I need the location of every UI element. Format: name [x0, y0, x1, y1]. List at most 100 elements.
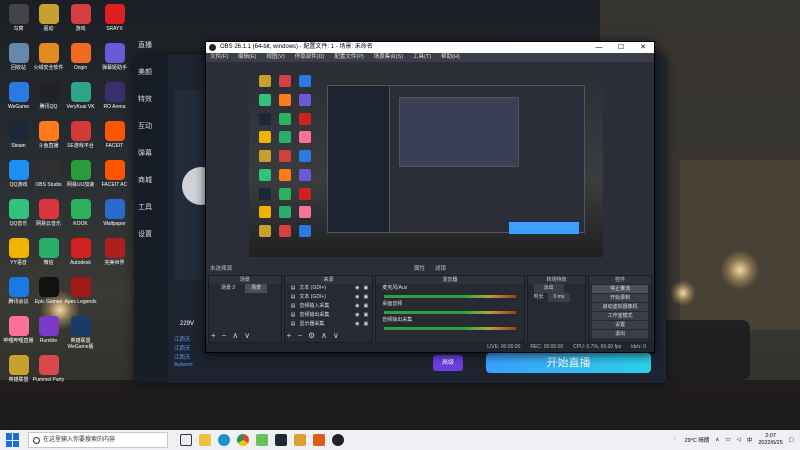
remove-icon[interactable]: − — [297, 331, 302, 340]
desktop-icon[interactable]: RO Arena — [98, 82, 131, 110]
desktop-icon[interactable]: FACEIT — [98, 121, 131, 149]
desktop-icon[interactable]: Apex Legends — [64, 277, 97, 305]
volume-meter[interactable] — [384, 327, 516, 330]
sidebar-item[interactable]: 弹幕 — [138, 148, 152, 158]
desktop-icon[interactable]: QQ游戏 — [2, 160, 35, 188]
volume-meter[interactable] — [384, 295, 516, 298]
close-button[interactable]: ✕ — [632, 42, 654, 53]
sidebar-item[interactable]: 特效 — [138, 94, 152, 104]
windows-start-icon[interactable] — [6, 433, 20, 447]
duration-input[interactable]: 0 ms — [547, 293, 571, 302]
control-button[interactable]: 退出 — [592, 330, 648, 338]
source-item[interactable]: ▤ 音频输入采集 ◉ ▣ — [285, 302, 373, 311]
source-item[interactable]: ▤ 文本 (GDI+) ◉ ▣ — [285, 284, 373, 293]
desktop-icon[interactable]: 斗鱼直播 — [32, 121, 65, 149]
volume-icon[interactable]: ◁ — [737, 437, 741, 443]
desktop-icon[interactable]: 网易UU加速 — [64, 160, 97, 188]
clock[interactable]: 2:07 2022/6/25 — [758, 433, 782, 447]
remove-icon[interactable]: − — [222, 331, 227, 340]
folder-icon[interactable] — [294, 434, 306, 446]
menu-item[interactable]: 工具(T) — [413, 53, 431, 62]
gear-icon[interactable]: ⚙ — [308, 331, 315, 340]
task-view-icon[interactable] — [180, 434, 192, 446]
desktop-icon[interactable]: 腾讯会议 — [2, 277, 35, 305]
minimize-button[interactable]: — — [588, 42, 610, 53]
start-live-button[interactable]: 开始直播 — [486, 353, 651, 373]
down-icon[interactable]: ∨ — [244, 331, 250, 340]
desktop-icon[interactable]: VeryKuai VK — [64, 82, 97, 110]
lock-icon[interactable]: ▣ — [364, 284, 369, 293]
list-item[interactable]: 场景 2 — [215, 284, 241, 293]
list-item[interactable]: 江西天 — [174, 335, 202, 344]
lock-icon[interactable]: ▣ — [364, 302, 369, 311]
control-button[interactable]: 开始录制 — [592, 294, 648, 302]
desktop-icon[interactable]: 完美世界 — [98, 238, 131, 266]
lock-icon[interactable]: ▣ — [364, 320, 369, 329]
chevron-up-icon[interactable]: ∧ — [715, 437, 719, 443]
desktop-icon[interactable]: 英雄联盟 WeGame版 — [64, 316, 97, 350]
sidebar-item[interactable]: 工具 — [138, 202, 152, 212]
control-button[interactable]: 设置 — [592, 321, 648, 329]
source-item[interactable]: ▤ 显示器采集 ◉ ▣ — [285, 320, 373, 329]
desktop-icon[interactable]: 微信 — [32, 238, 65, 266]
desktop-icon[interactable]: 驱动 — [32, 4, 65, 32]
sidebar-item[interactable]: 互动 — [138, 121, 152, 131]
control-button[interactable]: 启动虚拟摄像机 — [592, 303, 648, 311]
eye-icon[interactable]: ◉ — [355, 293, 359, 302]
sidebar-item[interactable]: 商城 — [138, 175, 152, 185]
eye-icon[interactable]: ◉ — [355, 302, 359, 311]
list-item[interactable]: Ackerm — [174, 362, 202, 371]
desktop-icon[interactable]: 弹幕姬助手 — [98, 43, 131, 71]
desktop-icon[interactable]: 回收站 — [2, 43, 35, 71]
menu-item[interactable]: 帮助(H) — [441, 53, 460, 62]
desktop-icon[interactable]: 鸟窝 — [2, 4, 35, 32]
sidebar-item[interactable]: 美颜 — [138, 67, 152, 77]
lock-icon[interactable]: ▣ — [364, 293, 369, 302]
desktop-icon[interactable]: 火绒安全软件 — [32, 43, 65, 71]
search-input[interactable]: 在这里输入你要搜索的内容 — [28, 432, 168, 448]
network-icon[interactable]: ▭ — [725, 437, 730, 443]
menu-item[interactable]: 视图(V) — [266, 53, 284, 62]
add-icon[interactable]: + — [287, 331, 292, 340]
up-icon[interactable]: ∧ — [321, 331, 327, 340]
maximize-button[interactable]: ☐ — [610, 42, 632, 53]
desktop-icon[interactable]: 网易云音乐 — [32, 199, 65, 227]
file-explorer-icon[interactable] — [199, 434, 211, 446]
desktop-icon[interactable]: 游戏 — [64, 4, 97, 32]
lock-icon[interactable]: ▣ — [364, 311, 369, 320]
desktop-icon[interactable]: Wallpaper — [98, 199, 131, 227]
menu-item[interactable]: 文件(F) — [210, 53, 228, 62]
tab-filters[interactable]: 滤镜 — [435, 264, 446, 274]
edge-icon[interactable] — [218, 434, 230, 446]
list-item[interactable]: 江西天 — [174, 353, 202, 362]
desktop-icon[interactable]: FACEIT AC — [98, 160, 131, 188]
sidebar-item[interactable]: 直播 — [138, 40, 152, 50]
menu-item[interactable]: 停靠部件(D) — [295, 53, 325, 62]
steam-icon[interactable] — [275, 434, 287, 446]
transition-select[interactable]: 淡出 — [533, 284, 564, 293]
desktop-icon[interactable]: Origin — [64, 43, 97, 71]
sidebar-item[interactable]: 设置 — [138, 229, 152, 239]
desktop-icon[interactable]: Pummel Party — [32, 355, 65, 383]
desktop-icon[interactable]: OBS Studio — [32, 160, 65, 188]
list-item[interactable]: 场景 — [245, 284, 268, 293]
desktop-icon[interactable]: Autodesk — [64, 238, 97, 266]
obs-icon[interactable] — [332, 434, 344, 446]
control-button[interactable]: 工作室模式 — [592, 312, 648, 320]
desktop-icon[interactable]: YY语音 — [2, 238, 35, 266]
desktop-icon[interactable]: SE游戏平台 — [64, 121, 97, 149]
menu-item[interactable]: 编辑(E) — [238, 53, 256, 62]
list-item[interactable]: 江西天 — [174, 344, 202, 353]
desktop-icon[interactable]: Steam — [2, 121, 35, 149]
control-button[interactable]: 停止推流 — [592, 285, 648, 293]
menu-item[interactable]: 场景集合(S) — [374, 53, 403, 62]
advanced-button[interactable]: 高级 — [433, 355, 463, 371]
desktop-icon[interactable]: SRAYX — [98, 4, 131, 32]
weather-label[interactable]: 29°C 晴朗 — [685, 436, 710, 444]
eye-icon[interactable]: ◉ — [355, 311, 359, 320]
desktop-icon[interactable]: WeGame — [2, 82, 35, 110]
obs-titlebar[interactable]: OBS 26.1.1 (64-bit, windows) - 配置文件: 1 -… — [206, 42, 654, 53]
source-item[interactable]: ▤ 文本 (GDI+) ◉ ▣ — [285, 293, 373, 302]
desktop-icon[interactable]: KOOK — [64, 199, 97, 227]
down-icon[interactable]: ∨ — [333, 331, 339, 340]
